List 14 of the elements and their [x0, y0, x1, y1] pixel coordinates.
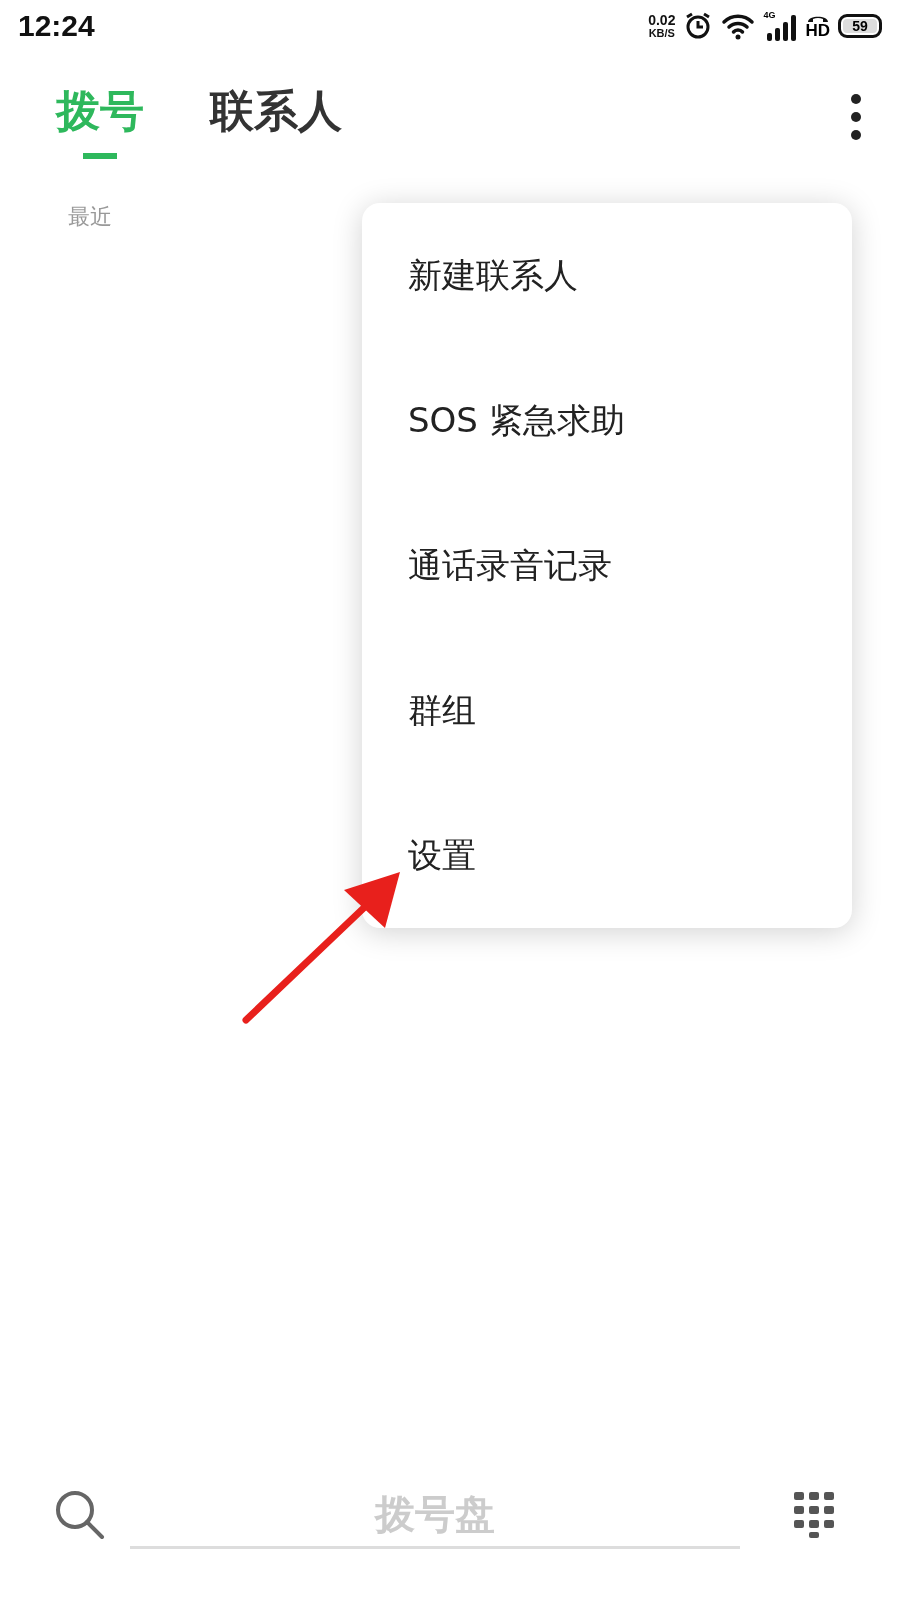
search-icon[interactable]: [54, 1489, 106, 1541]
network-speed: 0.02 KB/S: [648, 13, 676, 39]
menu-item[interactable]: 设置: [362, 803, 852, 908]
more-options-icon[interactable]: [850, 93, 862, 141]
clock-time: 12:24: [18, 9, 95, 43]
wifi-icon: [721, 12, 756, 40]
dialpad-icon[interactable]: [794, 1492, 834, 1538]
menu-item[interactable]: 新建联系人: [362, 223, 852, 328]
battery-icon: 59: [838, 14, 882, 38]
section-label: 最近: [67, 203, 112, 231]
menu-item[interactable]: 通话录音记录: [362, 513, 852, 618]
tab[interactable]: 联系人: [200, 75, 352, 159]
menu-item[interactable]: 群组: [362, 658, 852, 763]
menu-item[interactable]: SOS 紧急求助: [362, 368, 852, 473]
